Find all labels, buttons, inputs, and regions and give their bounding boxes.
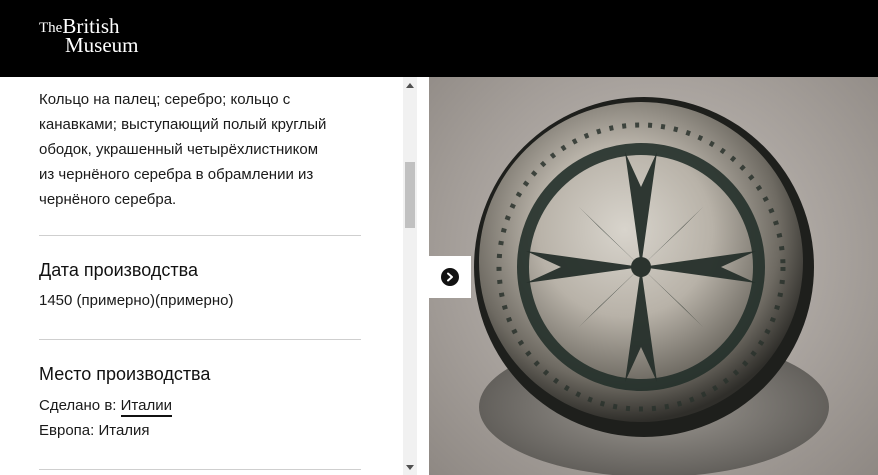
object-image[interactable] [429, 77, 878, 475]
british-museum-logo[interactable]: TheBritish Museum [39, 16, 139, 56]
description-line: канавками; выступающий полый круглый [39, 116, 327, 133]
section-divider [39, 235, 361, 236]
production-place-region: Европа: Италия [39, 422, 150, 439]
panel-gap [417, 77, 429, 475]
description-line: из чернёного серебра в обрамлении из [39, 166, 314, 183]
object-description: Кольцо на палец; серебро; кольцо с канав… [39, 87, 374, 212]
chevron-right-icon [441, 268, 459, 286]
description-line: ободок, украшенный четырёхлистником [39, 141, 319, 158]
scroll-down-arrow-icon[interactable] [406, 465, 414, 470]
description-line: Кольцо на палец; серебро; кольцо с [39, 91, 291, 108]
production-place-title: Место производства [39, 364, 211, 384]
panel-scrollbar[interactable] [403, 77, 417, 475]
made-in-label: Сделано в: [39, 397, 117, 414]
section-divider [39, 339, 361, 340]
logo-the: The [39, 20, 63, 36]
next-image-button[interactable] [429, 256, 471, 298]
description-line: чернёного серебра. [39, 191, 177, 208]
production-date-value: 1450 (примерно)(примерно) [39, 292, 234, 309]
section-divider [39, 469, 361, 470]
scroll-thumb[interactable] [405, 162, 415, 228]
production-date-title: Дата производства [39, 260, 199, 280]
object-details-panel: Кольцо на палец; серебро; кольцо с канав… [0, 77, 403, 475]
logo-museum: Museum [65, 33, 139, 57]
place-link-italy[interactable]: Италии [120, 397, 172, 417]
site-header: TheBritish Museum [0, 0, 878, 77]
scroll-up-arrow-icon[interactable] [406, 83, 414, 88]
production-place-made-in: Сделано в: Италии [39, 395, 172, 417]
ring-photo [474, 97, 829, 475]
